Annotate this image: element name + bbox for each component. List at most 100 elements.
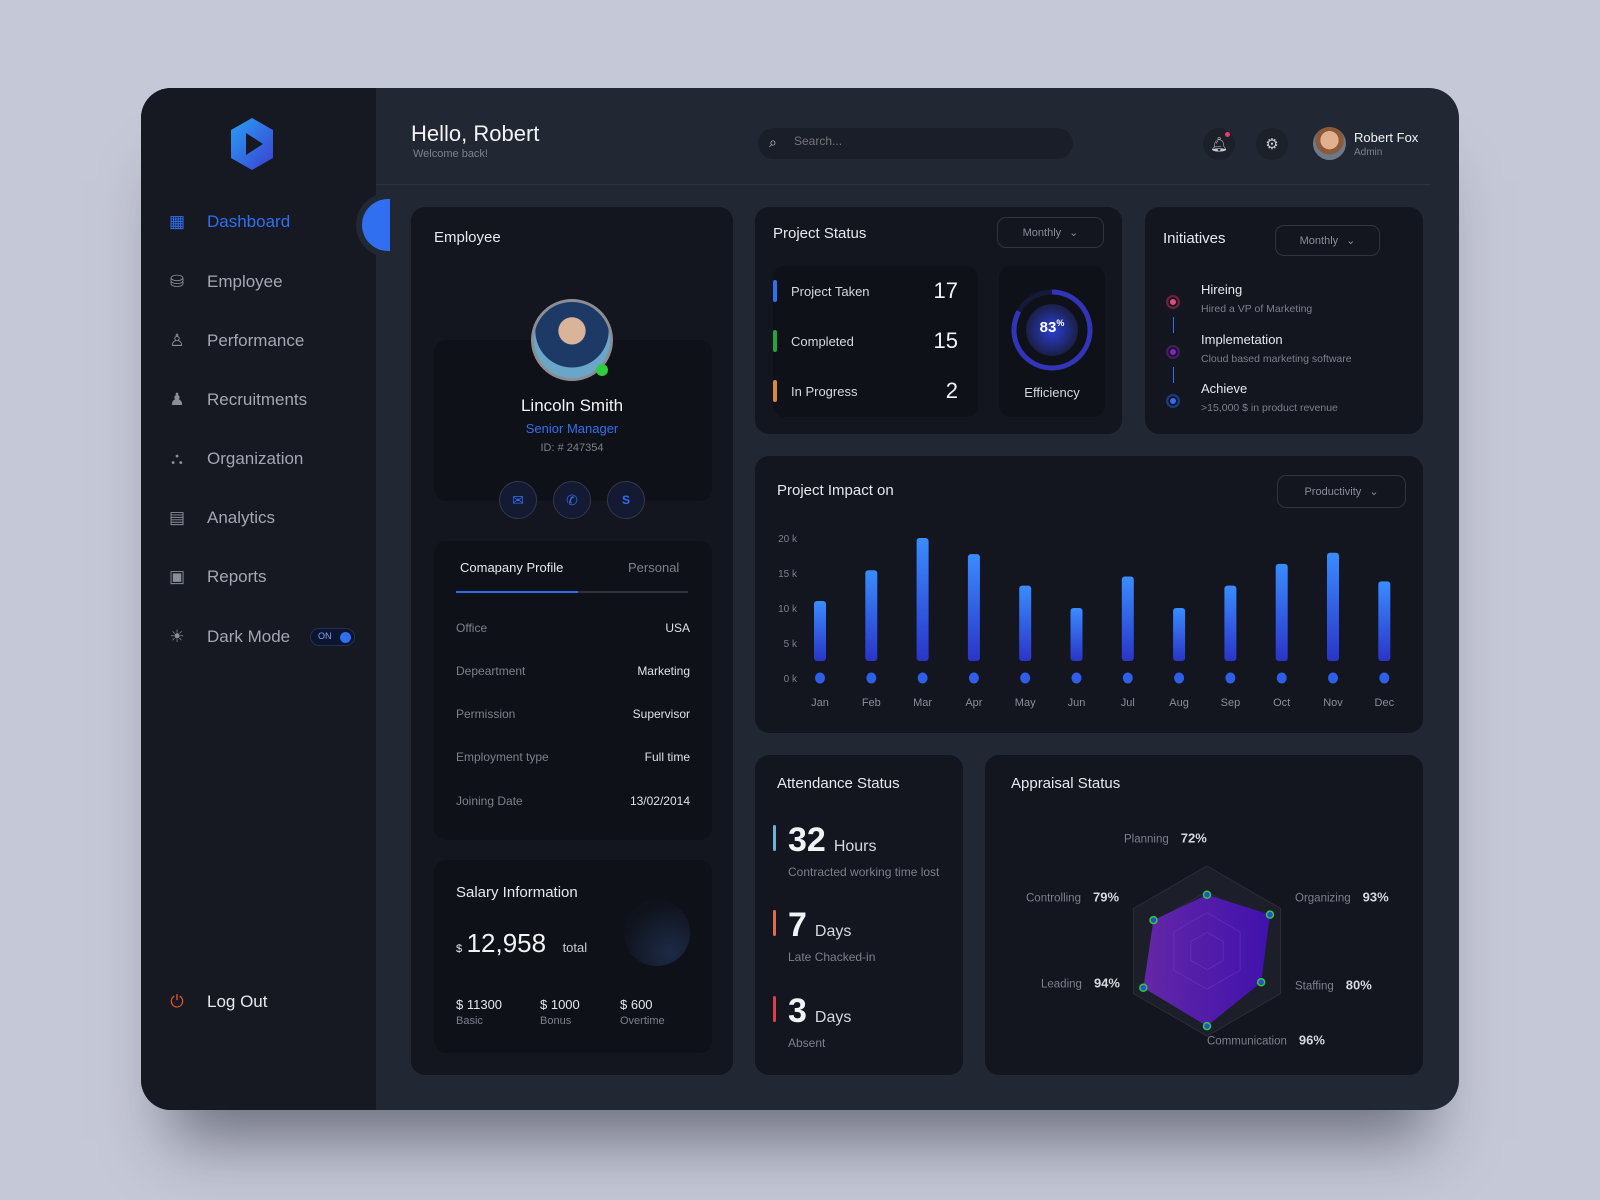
sidebar-item-performance[interactable]: ♙ Performance bbox=[141, 323, 376, 359]
card-title: Employee bbox=[434, 229, 501, 246]
status-row: Completed 15 bbox=[773, 326, 978, 356]
initiative-title: Achieve bbox=[1201, 381, 1248, 396]
phone-icon: ✆ bbox=[566, 491, 578, 508]
y-tick-label: 10 k bbox=[778, 604, 798, 615]
user-avatar[interactable] bbox=[1313, 127, 1346, 160]
filter-label: Monthly bbox=[1299, 234, 1339, 247]
sidebar-item-dashboard[interactable]: ▦ Dashboard bbox=[141, 204, 376, 240]
dark-mode-toggle[interactable]: ON bbox=[310, 628, 355, 646]
bar-dot bbox=[1379, 672, 1390, 684]
axis-label: Staffing bbox=[1295, 980, 1334, 993]
reports-icon: ▣ bbox=[168, 567, 186, 586]
bar-jan bbox=[814, 601, 826, 661]
initiatives-filter[interactable]: Monthly ⌄ bbox=[1275, 225, 1380, 256]
salary-value: $ 600 bbox=[620, 997, 653, 1012]
skype-icon: S bbox=[621, 493, 630, 507]
x-tick-label: Oct bbox=[1273, 697, 1290, 709]
call-button[interactable]: ✆ bbox=[553, 481, 591, 519]
axis-value: 72% bbox=[1180, 830, 1207, 846]
bar-may bbox=[1019, 585, 1032, 661]
sidebar-item-employee[interactable]: ⛁ Employee bbox=[141, 264, 376, 300]
row-value: Full time bbox=[644, 750, 690, 764]
x-tick-label: Jan bbox=[811, 697, 829, 709]
company-profile-panel: Comapany Profile Personal Office USA Depe… bbox=[434, 541, 712, 840]
salary-value: $ 11300 bbox=[456, 997, 503, 1012]
profile-row: Depeartment Marketing bbox=[456, 664, 690, 678]
attendance-unit: Days bbox=[814, 1009, 852, 1026]
search-input[interactable] bbox=[794, 134, 1054, 148]
x-tick-label: Jul bbox=[1121, 697, 1135, 709]
radar-label-organizing: Organizing 93% bbox=[1295, 890, 1389, 905]
y-tick-label: 20 k bbox=[778, 534, 798, 545]
attendance-label: Contracted working time lost bbox=[788, 865, 940, 879]
salary-panel: Salary Information $ 12,958 total $ 1130… bbox=[434, 860, 712, 1053]
x-tick-label: Mar bbox=[913, 697, 932, 709]
y-tick-label: 15 k bbox=[778, 569, 798, 580]
logout-button[interactable]: ⏻ Log Out bbox=[141, 984, 376, 1020]
gear-icon: ⚙ bbox=[1265, 136, 1279, 153]
performance-icon: ♙ bbox=[169, 331, 185, 350]
row-value: USA bbox=[665, 621, 690, 635]
salary-amount: 12,958 bbox=[466, 928, 547, 958]
bar-dot bbox=[866, 672, 877, 684]
sidebar-item-reports[interactable]: ▣ Reports bbox=[141, 559, 376, 595]
logo-icon[interactable] bbox=[227, 116, 277, 172]
bar-dot bbox=[1071, 672, 1082, 684]
tab-personal[interactable]: Personal bbox=[628, 560, 679, 575]
grid-icon: ▦ bbox=[168, 212, 186, 231]
axis-label: Organizing bbox=[1295, 892, 1351, 905]
initiatives-card: Initiatives Monthly ⌄ Hireing Hired a VP … bbox=[1145, 207, 1423, 434]
bar-dot bbox=[917, 672, 928, 684]
sidebar-item-analytics[interactable]: ▤ Analytics bbox=[141, 500, 376, 536]
efficiency-value: 83% bbox=[999, 318, 1105, 336]
card-title: Attendance Status bbox=[777, 775, 900, 792]
radar-label-planning: Planning 72% bbox=[1124, 831, 1207, 846]
salary-bonus: $ 1000 Bonus bbox=[540, 997, 580, 1027]
tab-underline bbox=[456, 591, 578, 593]
color-bar bbox=[773, 380, 777, 402]
project-status-filter[interactable]: Monthly ⌄ bbox=[997, 217, 1104, 248]
salary-total-label: total bbox=[562, 940, 588, 955]
salary-total: $ 12,958 total bbox=[456, 928, 587, 959]
axis-value: 80% bbox=[1345, 977, 1372, 993]
x-tick-label: Feb bbox=[862, 697, 881, 709]
radar-point-controlling bbox=[1149, 915, 1158, 925]
employee-id: ID: # 247354 bbox=[540, 442, 604, 454]
sidebar-item-recruitments[interactable]: ♟ Recruitments bbox=[141, 382, 376, 418]
x-tick-label: Dec bbox=[1375, 697, 1395, 709]
axis-label: Communication bbox=[1207, 1035, 1287, 1048]
status-value: 15 bbox=[933, 328, 958, 353]
status-row: Project Taken 17 bbox=[773, 276, 978, 306]
status-row: In Progress 2 bbox=[773, 376, 978, 406]
row-label: Employment type bbox=[456, 750, 549, 764]
radar-label-leading: Leading 94% bbox=[1041, 976, 1120, 991]
bar-dec bbox=[1378, 581, 1391, 661]
color-bar bbox=[773, 330, 777, 352]
sidebar-item-organization[interactable]: ⛬ Organization bbox=[141, 441, 376, 477]
salary-value: $ 1000 bbox=[540, 997, 580, 1012]
logout-icon: ⏻ bbox=[170, 992, 184, 1011]
row-value: Supervisor bbox=[632, 707, 690, 721]
status-label: Project Taken bbox=[791, 283, 870, 299]
radar-label-communication: Communication 96% bbox=[1207, 1033, 1325, 1048]
bar-dot bbox=[1328, 672, 1338, 684]
row-value: 13/02/2014 bbox=[629, 794, 690, 808]
sidebar: ▦ Dashboard ⛁ Employee ♙ Performance ♟ R… bbox=[141, 88, 390, 1110]
radar-point-leading bbox=[1139, 983, 1148, 993]
email-button[interactable]: ✉ bbox=[499, 481, 537, 519]
attendance-value: 32 bbox=[788, 821, 826, 859]
settings-button[interactable]: ⚙ bbox=[1256, 128, 1288, 160]
salary-label: Bonus bbox=[540, 1015, 572, 1027]
skype-button[interactable]: S bbox=[607, 481, 645, 519]
axis-label: Controlling bbox=[1026, 892, 1081, 905]
salary-overtime: $ 600 Overtime bbox=[620, 997, 665, 1027]
chevron-down-icon: ⌄ bbox=[1346, 235, 1356, 247]
radar-point-communication bbox=[1202, 1021, 1212, 1031]
row-label: Permission bbox=[456, 707, 516, 721]
tab-company-profile[interactable]: Comapany Profile bbox=[460, 560, 563, 575]
notifications-button[interactable]: 🔔︎ bbox=[1203, 128, 1235, 160]
color-bar bbox=[773, 910, 776, 936]
bell-icon: 🔔︎ bbox=[1210, 135, 1228, 152]
search-bar[interactable]: ⌕ bbox=[758, 128, 1073, 159]
bar-jun bbox=[1070, 608, 1083, 661]
